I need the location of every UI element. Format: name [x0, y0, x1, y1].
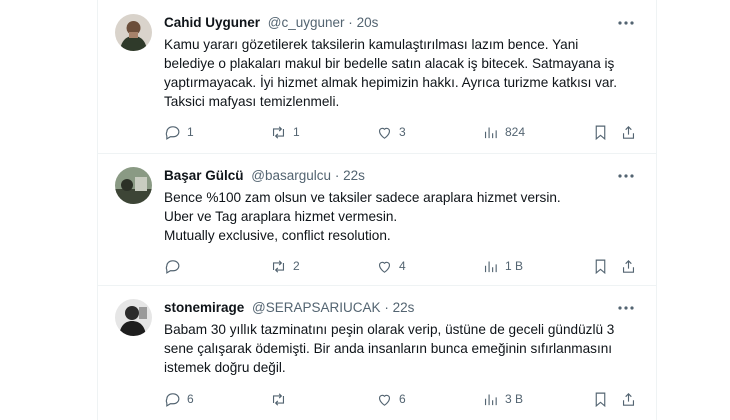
author-name[interactable]: Başar Gülcü: [164, 168, 244, 183]
tweet-text-line: istemek doğru değil.: [164, 360, 286, 375]
timestamp[interactable]: 22s: [393, 300, 415, 315]
reply-icon: [165, 392, 180, 407]
retweet-icon: [272, 392, 285, 406]
retweet-icon: [272, 259, 285, 273]
avatar[interactable]: [115, 167, 152, 204]
views-icon: [484, 261, 497, 272]
share-button[interactable]: [620, 389, 637, 409]
tweet-header: stonemirage @SERAPSARIUCAK · 22s: [164, 299, 616, 317]
tweet-text-line: sene çalışarak ödemişti. Bir anda insanl…: [164, 341, 613, 356]
tweet-actions: 2 4 1 B: [164, 256, 646, 276]
views-button[interactable]: 824: [482, 122, 525, 142]
like-icon: [378, 394, 391, 406]
views-count: 824: [505, 125, 526, 139]
like-icon: [378, 261, 391, 273]
like-count: 6: [399, 392, 406, 406]
views-button[interactable]: 1 B: [482, 256, 523, 276]
bookmark-icon: [595, 259, 606, 274]
avatar[interactable]: [115, 299, 152, 336]
bookmark-button[interactable]: [592, 122, 609, 142]
author-handle[interactable]: @c_uyguner: [268, 15, 345, 30]
like-button[interactable]: 4: [376, 256, 406, 276]
like-count: 4: [399, 259, 406, 273]
tweet-actions: 1 1 3 824: [164, 122, 646, 142]
tweet-text-line: Uber ve Tag araplara hizmet vermesin.: [164, 209, 398, 224]
author-name[interactable]: Cahid Uyguner: [164, 15, 260, 30]
reply-icon: [165, 259, 180, 274]
tweet[interactable]: stonemirage @SERAPSARIUCAK · 22s Babam 3…: [98, 286, 656, 420]
like-button[interactable]: 3: [376, 122, 406, 142]
views-icon: [484, 394, 497, 405]
separator-dot: ·: [334, 168, 340, 183]
share-icon: [622, 259, 635, 273]
views-count: 3 B: [505, 392, 524, 406]
tweet-text-line: Bence %100 zam olsun ve taksiler sadece …: [164, 190, 561, 205]
retweet-button[interactable]: [270, 389, 293, 409]
author-handle[interactable]: @SERAPSARIUCAK: [252, 300, 381, 315]
like-icon: [378, 127, 391, 139]
share-button[interactable]: [620, 122, 637, 142]
tweet-text: Kamu yararı gözetilerek taksilerin kamul…: [164, 35, 634, 111]
separator-dot: ·: [348, 15, 353, 30]
reply-button[interactable]: [164, 256, 187, 276]
author-handle[interactable]: @basargulcu: [251, 168, 331, 183]
tweet-text: Babam 30 yıllık tazminatını peşin olarak…: [164, 320, 634, 377]
tweet-text: Bence %100 zam olsun ve taksiler sadece …: [164, 188, 634, 245]
tweet[interactable]: Başar Gülcü @basargulcu · 22s Bence %100…: [98, 154, 656, 286]
separator-dot: ·: [384, 300, 389, 315]
share-button[interactable]: [620, 256, 637, 276]
tweet-header: Cahid Uyguner @c_uyguner · 20s: [164, 14, 616, 32]
tweet-text-line: Mutually exclusive, conflict resolution.: [164, 228, 391, 243]
like-button[interactable]: 6: [376, 389, 406, 409]
avatar[interactable]: [115, 14, 152, 51]
bookmark-button[interactable]: [592, 389, 609, 409]
like-count: 3: [399, 125, 406, 139]
bookmark-icon: [595, 392, 606, 407]
share-icon: [622, 125, 635, 139]
tweet-text-line: belediye o plakaları makul bir bedelle s…: [164, 56, 615, 71]
retweet-count: 2: [293, 259, 300, 273]
tweet[interactable]: Cahid Uyguner @c_uyguner · 20s Kamu yara…: [98, 0, 656, 154]
share-icon: [622, 392, 635, 406]
reply-button[interactable]: 6: [164, 389, 194, 409]
tweet-text-line: Taksici mafyası temizlenmeli.: [164, 94, 340, 109]
reply-icon: [165, 125, 180, 140]
tweet-text-line: yaptırmayacak. İyi hizmet almak hepimizi…: [164, 75, 618, 90]
bookmark-button[interactable]: [592, 256, 609, 276]
tweet-text-line: Babam 30 yıllık tazminatını peşin olarak…: [164, 322, 615, 337]
tweet-text-line: Kamu yararı gözetilerek taksilerin kamul…: [164, 37, 579, 52]
more-icon[interactable]: [616, 299, 636, 317]
bookmark-icon: [595, 125, 606, 140]
timestamp[interactable]: 20s: [357, 15, 379, 30]
retweet-button[interactable]: 1: [270, 122, 300, 142]
retweet-button[interactable]: 2: [270, 256, 300, 276]
tweet-header: Başar Gülcü @basargulcu · 22s: [164, 167, 616, 185]
views-count: 1 B: [505, 259, 524, 273]
retweet-count: 1: [293, 125, 300, 139]
tweet-actions: 6 6 3 B: [164, 389, 646, 409]
views-button[interactable]: 3 B: [482, 389, 523, 409]
reply-count: 6: [187, 392, 194, 406]
timeline: Cahid Uyguner @c_uyguner · 20s Kamu yara…: [97, 0, 657, 420]
more-icon[interactable]: [616, 167, 636, 185]
reply-count: 1: [187, 125, 194, 139]
timestamp[interactable]: 22s: [343, 168, 365, 183]
author-name[interactable]: stonemirage: [164, 300, 244, 315]
reply-button[interactable]: 1: [164, 122, 194, 142]
more-icon[interactable]: [616, 14, 636, 32]
views-icon: [484, 127, 497, 138]
retweet-icon: [272, 125, 285, 139]
